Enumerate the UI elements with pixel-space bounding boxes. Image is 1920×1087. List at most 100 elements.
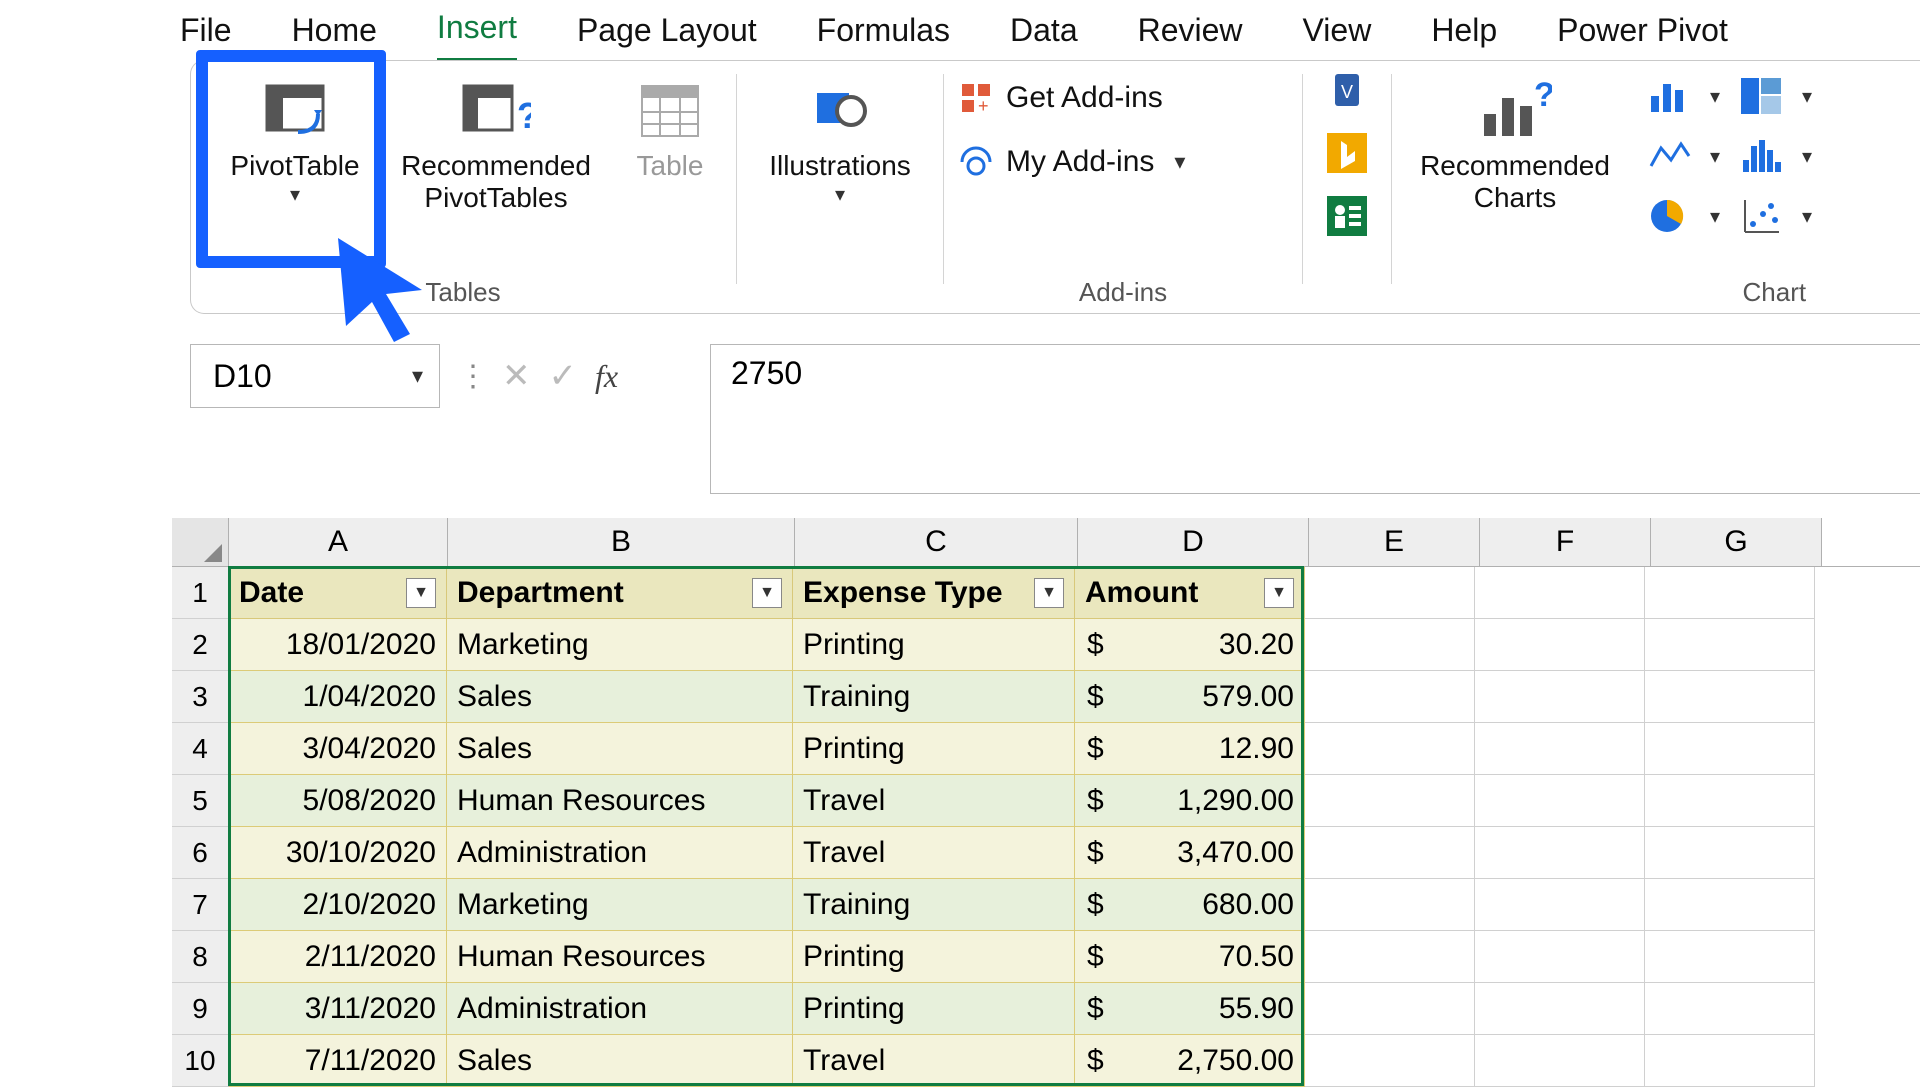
menu-data[interactable]: Data (1010, 2, 1078, 61)
recommended-charts-button[interactable]: ? Recommended Charts (1406, 68, 1624, 218)
cell[interactable] (1645, 619, 1815, 671)
row-head[interactable]: 9 (172, 983, 229, 1035)
cell[interactable] (1475, 775, 1645, 827)
cell-amount[interactable]: $12.90 (1075, 723, 1305, 775)
cell[interactable] (1305, 567, 1475, 619)
cell[interactable] (1475, 567, 1645, 619)
cell-amount[interactable]: $579.00 (1075, 671, 1305, 723)
cell[interactable]: 5/08/2020 (229, 775, 447, 827)
name-box[interactable]: D10 ▾ (190, 344, 440, 408)
people-graph-icon[interactable] (1327, 196, 1367, 241)
cell[interactable]: 7/11/2020 (229, 1035, 447, 1087)
menu-help[interactable]: Help (1431, 2, 1497, 61)
chevron-down-icon[interactable]: ▾ (1802, 144, 1812, 169)
col-head-D[interactable]: D (1078, 518, 1309, 566)
cell[interactable] (1475, 671, 1645, 723)
col-head-B[interactable]: B (448, 518, 795, 566)
cell[interactable] (1475, 619, 1645, 671)
row-head[interactable]: 1 (172, 567, 229, 619)
cell-amount[interactable]: $30.20 (1075, 619, 1305, 671)
cell[interactable] (1645, 827, 1815, 879)
line-chart-button[interactable] (1642, 134, 1696, 178)
pivottable-button[interactable]: PivotTable ▾ (216, 68, 374, 211)
menu-formulas[interactable]: Formulas (817, 2, 950, 61)
cell-amount[interactable]: $3,470.00 (1075, 827, 1305, 879)
cell[interactable] (1305, 671, 1475, 723)
cell[interactable]: 30/10/2020 (229, 827, 447, 879)
bing-icon[interactable] (1327, 133, 1367, 178)
cell[interactable] (1475, 827, 1645, 879)
treemap-chart-button[interactable] (1734, 74, 1788, 118)
row-head[interactable]: 3 (172, 671, 229, 723)
recommended-pivot-button[interactable]: ? Recommended PivotTables (392, 68, 600, 218)
cell[interactable]: Printing (793, 619, 1075, 671)
cell[interactable]: Human Resources (447, 775, 793, 827)
cell[interactable] (1305, 1035, 1475, 1087)
cell[interactable] (1645, 567, 1815, 619)
table-button[interactable]: Table (618, 68, 722, 186)
menu-power-pivot[interactable]: Power Pivot (1557, 2, 1728, 61)
chevron-down-icon[interactable]: ▾ (1710, 204, 1720, 229)
row-head[interactable]: 5 (172, 775, 229, 827)
row-head[interactable]: 4 (172, 723, 229, 775)
filter-dropdown-icon[interactable]: ▼ (1034, 578, 1064, 608)
cell[interactable]: Printing (793, 931, 1075, 983)
col-head-A[interactable]: A (229, 518, 448, 566)
table-header[interactable]: Date▼ (229, 567, 447, 619)
cell[interactable]: Printing (793, 723, 1075, 775)
row-head[interactable]: 6 (172, 827, 229, 879)
filter-dropdown-icon[interactable]: ▼ (1264, 578, 1294, 608)
my-addins-button[interactable]: My Add-ins ▾ (958, 144, 1185, 180)
cell[interactable] (1305, 723, 1475, 775)
cell[interactable] (1645, 775, 1815, 827)
cell[interactable] (1645, 723, 1815, 775)
cell[interactable]: Travel (793, 827, 1075, 879)
col-head-C[interactable]: C (795, 518, 1078, 566)
column-chart-button[interactable] (1642, 74, 1696, 118)
col-head-E[interactable]: E (1309, 518, 1480, 566)
row-head[interactable]: 8 (172, 931, 229, 983)
chevron-down-icon[interactable]: ▾ (1802, 204, 1812, 229)
cell[interactable] (1305, 983, 1475, 1035)
cell[interactable]: Administration (447, 827, 793, 879)
menu-review[interactable]: Review (1138, 2, 1243, 61)
cell[interactable] (1645, 879, 1815, 931)
enter-icon[interactable]: ✓ (549, 356, 578, 396)
cell[interactable] (1645, 931, 1815, 983)
menu-page-layout[interactable]: Page Layout (577, 2, 757, 61)
pie-chart-button[interactable] (1642, 194, 1696, 238)
menu-insert[interactable]: Insert (437, 0, 517, 63)
cell[interactable]: Training (793, 671, 1075, 723)
cell[interactable]: Sales (447, 671, 793, 723)
cell[interactable]: 3/04/2020 (229, 723, 447, 775)
cell[interactable] (1305, 879, 1475, 931)
table-header[interactable]: Expense Type▼ (793, 567, 1075, 619)
cell[interactable] (1645, 671, 1815, 723)
cell[interactable] (1305, 827, 1475, 879)
illustrations-button[interactable]: Illustrations ▾ (751, 68, 929, 211)
col-head-F[interactable]: F (1480, 518, 1651, 566)
cell-amount[interactable]: $2,750.00 (1075, 1035, 1305, 1087)
cell-amount[interactable]: $680.00 (1075, 879, 1305, 931)
chevron-down-icon[interactable]: ▾ (1802, 84, 1812, 109)
cancel-icon[interactable]: ✕ (502, 356, 531, 396)
select-all-corner[interactable] (172, 518, 229, 566)
cell[interactable]: 2/10/2020 (229, 879, 447, 931)
menu-view[interactable]: View (1303, 2, 1372, 61)
row-head[interactable]: 10 (172, 1035, 229, 1087)
cell-amount[interactable]: $1,290.00 (1075, 775, 1305, 827)
scatter-chart-button[interactable] (1734, 194, 1788, 238)
menu-home[interactable]: Home (292, 2, 377, 61)
chevron-down-icon[interactable]: ▾ (1710, 84, 1720, 109)
cell[interactable]: Sales (447, 1035, 793, 1087)
cell[interactable]: Marketing (447, 879, 793, 931)
cell[interactable] (1305, 775, 1475, 827)
menu-file[interactable]: File (180, 2, 232, 61)
cell[interactable]: Training (793, 879, 1075, 931)
cell[interactable]: Travel (793, 775, 1075, 827)
formula-bar[interactable]: 2750 (710, 344, 1920, 494)
cell[interactable] (1645, 1035, 1815, 1087)
cell[interactable]: Marketing (447, 619, 793, 671)
cell[interactable]: 1/04/2020 (229, 671, 447, 723)
cell-amount[interactable]: $70.50 (1075, 931, 1305, 983)
